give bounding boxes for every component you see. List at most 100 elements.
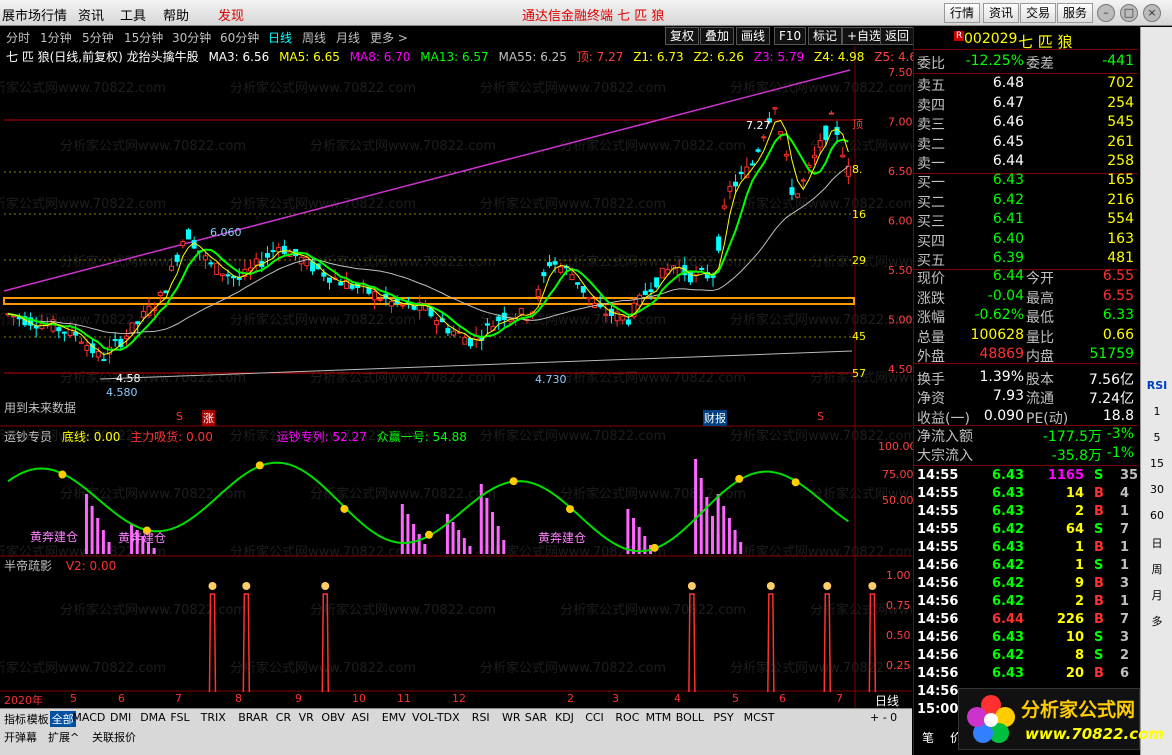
menu-tools[interactable]: 工具 (120, 5, 146, 24)
indicator-tab[interactable]: SAR (525, 711, 547, 724)
maximize-icon[interactable]: □ (1120, 4, 1138, 22)
tick-side: B (1094, 576, 1104, 591)
period-30min[interactable]: 30分钟 (172, 29, 211, 46)
tick-time: 14:56 (917, 576, 959, 591)
ind1-axis-100: 100.00 (878, 440, 917, 453)
sidebar-item[interactable]: 日 (1143, 535, 1171, 551)
ind1-bar (739, 542, 743, 554)
tick-count: 1 (1120, 594, 1130, 609)
quote-key: 涨跌 (917, 290, 945, 307)
menu-discover[interactable]: 发现 (218, 5, 244, 24)
bottom-tool[interactable]: 扩展^ (48, 729, 79, 745)
btn-back[interactable]: 返回 (880, 27, 915, 45)
indicator-tab[interactable]: 模板 (27, 711, 49, 727)
sidebar-item[interactable]: 周 (1143, 561, 1171, 577)
btn-quotes[interactable]: 行情 (944, 3, 981, 23)
indicator-tab[interactable]: OBV (321, 711, 344, 724)
indicator-tab[interactable]: PSY (713, 711, 733, 724)
menu-help[interactable]: 帮助 (163, 5, 189, 24)
ind2-legend: 半帝疏影 V2: 0.00 (4, 557, 116, 574)
minimize-icon[interactable]: – (1097, 4, 1115, 22)
indicator-tab[interactable]: ASI (352, 711, 370, 724)
sidebar-item[interactable]: 月 (1143, 587, 1171, 603)
indicator-tab[interactable]: CCI (585, 711, 604, 724)
period-daily[interactable]: 日线 (268, 29, 292, 46)
quote-key: 委比 (917, 56, 945, 72)
sidebar-item[interactable]: 30 (1143, 483, 1171, 496)
quote-row: 买三 6.41 554 (914, 211, 1138, 230)
x-period[interactable]: 日线 (875, 692, 899, 709)
quote-value: 163 (1107, 230, 1134, 247)
period-more[interactable]: 更多 > (370, 29, 408, 46)
ind1-bar (457, 530, 461, 554)
quote-key: 量比 (1026, 329, 1054, 346)
x-label: 4 (674, 692, 681, 705)
btn-fuquan[interactable]: 复权 (665, 27, 700, 45)
ind1-marker (735, 474, 744, 483)
bottom-tool[interactable]: 开弹幕 (4, 729, 37, 745)
indicator-tab[interactable]: 指标 (4, 711, 26, 727)
candle-body (185, 229, 191, 240)
sidebar-item[interactable]: 多 (1143, 613, 1171, 629)
ind2-title[interactable]: 半帝疏影 (4, 559, 52, 573)
indicator-tab[interactable]: MACD (72, 711, 105, 724)
indicator-tab[interactable]: ROC (615, 711, 639, 724)
tab-bi[interactable]: 笔 (922, 729, 934, 746)
tick-volume: 1 (1074, 540, 1084, 555)
indicator-tab[interactable]: BRAR (238, 711, 268, 724)
indicator-tab[interactable]: MCST (744, 711, 775, 724)
sidebar-item[interactable]: 15 (1143, 457, 1171, 470)
quote-value: 702 (1107, 75, 1134, 91)
indicator-tab[interactable]: RSI (472, 711, 490, 724)
period-5min[interactable]: 5分钟 (82, 29, 114, 46)
period-1min[interactable]: 1分钟 (40, 29, 72, 46)
menu-market[interactable]: 展市场行情 (2, 5, 67, 24)
tick-price: 6.42 (992, 576, 1025, 591)
btn-f10[interactable]: F10 (774, 27, 807, 45)
btn-overlay[interactable]: 叠加 (700, 27, 735, 45)
zoom-controls[interactable]: + - 0 (870, 711, 897, 724)
menu-news[interactable]: 资讯 (78, 5, 104, 24)
quote-value: 7.93 (992, 388, 1024, 404)
btn-service[interactable]: 服务 (1057, 3, 1094, 23)
close-icon[interactable]: × (1143, 4, 1161, 22)
indicator-tab[interactable]: VR (299, 711, 314, 724)
sidebar-item[interactable]: RSI (1143, 379, 1171, 392)
legend-ma13: MA13: 6.57 (420, 50, 489, 64)
btn-news[interactable]: 资讯 (983, 3, 1020, 23)
ind1-title[interactable]: 运钞专员 (4, 430, 52, 444)
candle-body (219, 273, 225, 277)
sidebar-item[interactable]: 1 (1143, 405, 1171, 418)
bottom-tool[interactable]: 关联报价 (92, 729, 136, 745)
sidebar-item[interactable]: 60 (1143, 509, 1171, 522)
indicator-tab[interactable]: BOLL (676, 711, 704, 724)
indicator-tab[interactable]: WR (502, 711, 521, 724)
indicator-tab[interactable]: FSL (170, 711, 189, 724)
indicator-tab[interactable]: EMV (382, 711, 406, 724)
tick-price: 6.42 (992, 594, 1025, 609)
period-60min[interactable]: 60分钟 (220, 29, 259, 46)
indicator-tab[interactable]: MTM (646, 711, 672, 724)
period-15min[interactable]: 15分钟 (124, 29, 163, 46)
indicator-tab[interactable]: KDJ (555, 711, 574, 724)
indicator-tab[interactable]: VOL-TDX (412, 711, 460, 724)
candle-body (169, 265, 175, 271)
tick-price: 6.43 (992, 540, 1025, 555)
period-monthly[interactable]: 月线 (336, 29, 360, 46)
ind1-marker (58, 470, 67, 479)
indicator-tab[interactable]: TRIX (201, 711, 226, 724)
indicator-tab[interactable]: DMA (140, 711, 166, 724)
period-fenshi[interactable]: 分时 (6, 29, 30, 46)
period-weekly[interactable]: 周线 (302, 29, 326, 46)
x-label: 11 (397, 692, 411, 705)
indicator-tab[interactable]: CR (276, 711, 291, 724)
btn-mark[interactable]: 标记 (808, 27, 843, 45)
mark-z5: 57 (852, 367, 866, 380)
btn-draw[interactable]: 画线 (736, 27, 771, 45)
btn-trade[interactable]: 交易 (1020, 3, 1057, 23)
flower-logo-icon (967, 695, 1015, 743)
quote-key: 卖三 (917, 117, 945, 133)
sidebar-item[interactable]: 5 (1143, 431, 1171, 444)
low1b-label: 4.580 (106, 386, 138, 399)
indicator-tab[interactable]: DMI (110, 711, 131, 724)
